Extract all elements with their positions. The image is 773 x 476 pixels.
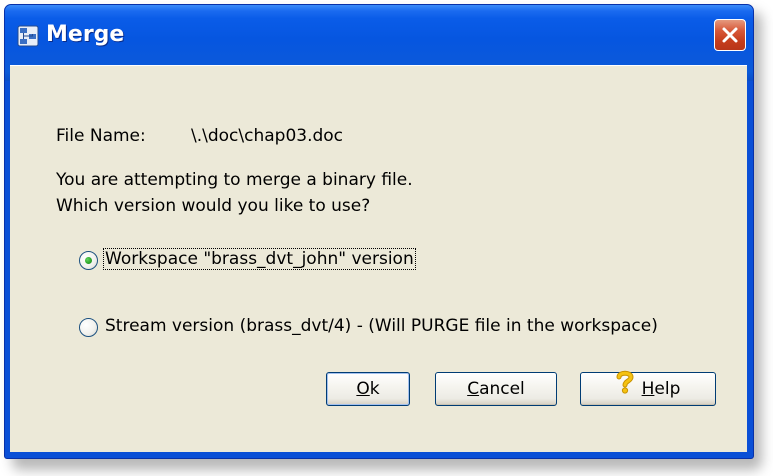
help-label-rest: elp bbox=[654, 379, 681, 399]
cancel-label-rest: ancel bbox=[479, 379, 525, 399]
workspace-version-radio[interactable] bbox=[79, 251, 98, 270]
file-name-label: File Name: bbox=[56, 126, 146, 146]
ok-button[interactable]: Ok bbox=[326, 372, 410, 406]
stream-version-label[interactable]: Stream version (brass_dvt/4) - (Will PUR… bbox=[104, 316, 659, 336]
merge-app-icon bbox=[17, 25, 39, 47]
stream-version-radio[interactable] bbox=[79, 318, 98, 337]
merge-dialog: Merge File Name: \.\doc\chap03.doc You a… bbox=[4, 4, 754, 459]
help-mnemonic: H bbox=[641, 379, 655, 399]
message-line-1: You are attempting to merge a binary fil… bbox=[56, 170, 413, 190]
dialog-body: File Name: \.\doc\chap03.doc You are att… bbox=[10, 65, 747, 452]
window-title: Merge bbox=[46, 22, 125, 47]
message-line-2: Which version would you like to use? bbox=[56, 196, 371, 216]
workspace-version-label[interactable]: Workspace "brass_dvt_john" version bbox=[103, 248, 416, 270]
ok-mnemonic: O bbox=[356, 379, 370, 399]
file-name-value: \.\doc\chap03.doc bbox=[191, 126, 344, 146]
close-icon bbox=[722, 27, 738, 43]
question-mark-icon bbox=[616, 370, 634, 405]
radio-selected-dot bbox=[85, 257, 92, 264]
option-workspace-version[interactable]: Workspace "brass_dvt_john" version bbox=[79, 248, 459, 273]
ok-label-rest: k bbox=[369, 379, 380, 399]
cancel-button[interactable]: Cancel bbox=[435, 372, 557, 406]
option-stream-version[interactable]: Stream version (brass_dvt/4) - (Will PUR… bbox=[79, 316, 719, 340]
close-button[interactable] bbox=[714, 19, 746, 51]
help-button[interactable]: Help bbox=[580, 370, 716, 406]
cancel-mnemonic: C bbox=[467, 379, 480, 399]
